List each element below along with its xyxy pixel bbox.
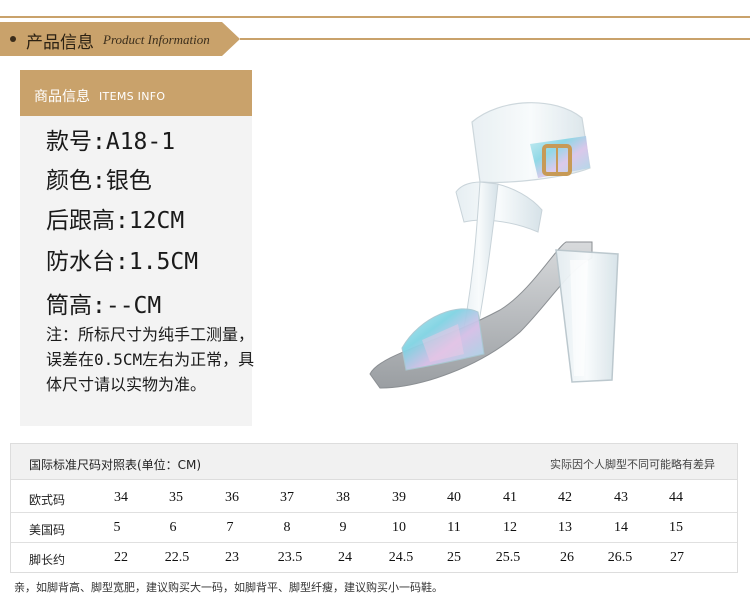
table-cell: 41 bbox=[503, 490, 517, 505]
bullet-icon bbox=[10, 36, 16, 42]
table-cell: 39 bbox=[392, 490, 406, 505]
table-cell: 23.5 bbox=[277, 550, 303, 565]
spec-heel-height: 后跟高:12CM bbox=[46, 208, 185, 234]
table-cell: 36 bbox=[225, 490, 239, 505]
table-cell: 34 bbox=[114, 490, 128, 505]
table-cell: 40 bbox=[447, 490, 461, 505]
table-cell: 8 bbox=[283, 520, 291, 535]
table-cell: 5 bbox=[113, 520, 121, 535]
section-banner: 产品信息 Product Information bbox=[0, 22, 240, 56]
product-image bbox=[369, 102, 619, 389]
table-cell: 35 bbox=[169, 490, 183, 505]
table-cell: 14 bbox=[614, 520, 628, 535]
section-title-cn: 产品信息 bbox=[26, 33, 94, 53]
spec-shaft-height: 筒高:--CM bbox=[46, 293, 162, 319]
size-chart-title: 国际标准尺码对照表(单位：CM) bbox=[29, 458, 202, 472]
table-cell: 12 bbox=[503, 520, 517, 535]
table-cell: 23 bbox=[225, 550, 239, 565]
table-cell: 7 bbox=[226, 520, 234, 535]
spec-model: 款号:A18-1 bbox=[46, 129, 176, 155]
top-divider bbox=[0, 16, 750, 18]
spec-platform: 防水台:1.5CM bbox=[46, 249, 199, 275]
table-cell: 25.5 bbox=[495, 550, 521, 565]
table-cell: 13 bbox=[558, 520, 572, 535]
table-cell: 42 bbox=[558, 490, 572, 505]
spec-color: 颜色:银色 bbox=[46, 168, 152, 194]
row-label-foot-length: 脚长约 bbox=[29, 553, 66, 567]
section-title-en: Product Information bbox=[103, 32, 210, 47]
table-cell: 43 bbox=[614, 490, 628, 505]
size-chart-header: 国际标准尺码对照表(单位：CM) 实际因个人脚型不同可能略有差异 bbox=[11, 444, 737, 480]
table-cell: 22 bbox=[114, 550, 128, 565]
table-cell: 37 bbox=[280, 490, 294, 505]
items-info-panel: 商品信息 ITEMS INFO 款号:A18-1 颜色:银色 后跟高:12CM … bbox=[20, 70, 254, 426]
table-cell: 6 bbox=[169, 520, 177, 535]
measurement-note: 注：所标尺寸为纯手工测量，误差在0.5CM左右为正常，具体尺寸请以实物为准。 bbox=[46, 325, 255, 394]
table-cell: 10 bbox=[392, 520, 406, 535]
row-label-us: 美国码 bbox=[29, 523, 66, 537]
table-cell: 44 bbox=[669, 490, 683, 505]
size-chart-note: 实际因个人脚型不同可能略有差异 bbox=[550, 458, 715, 471]
table-cell: 11 bbox=[447, 520, 461, 535]
fit-advice: 亲，如脚背高、脚型宽肥，建议购买大一码，如脚背平、脚型纤瘦，建议购买小一码鞋。 bbox=[14, 581, 443, 594]
table-cell: 26 bbox=[560, 550, 574, 565]
table-cell: 24.5 bbox=[388, 550, 414, 565]
items-info-title-cn: 商品信息 bbox=[34, 89, 90, 105]
size-chart: 国际标准尺码对照表(单位：CM) 实际因个人脚型不同可能略有差异 欧式码 34 … bbox=[10, 443, 738, 573]
table-row: 脚长约 22 22.5 23 23.5 24 24.5 25 25.5 26 2… bbox=[11, 543, 737, 573]
table-cell: 22.5 bbox=[164, 550, 190, 565]
table-cell: 9 bbox=[339, 520, 347, 535]
row-label-eu: 欧式码 bbox=[29, 493, 66, 507]
banner-rule bbox=[240, 38, 750, 40]
table-row: 美国码 5 6 7 8 9 10 11 12 13 14 15 bbox=[11, 513, 737, 543]
table-cell: 26.5 bbox=[607, 550, 633, 565]
table-row: 欧式码 34 35 36 37 38 39 40 41 42 43 44 bbox=[11, 483, 737, 513]
table-cell: 38 bbox=[336, 490, 350, 505]
table-cell: 25 bbox=[447, 550, 461, 565]
items-info-title-en: ITEMS INFO bbox=[99, 90, 166, 103]
items-info-header: 商品信息 ITEMS INFO bbox=[20, 70, 252, 116]
table-cell: 27 bbox=[670, 550, 684, 565]
table-cell: 15 bbox=[669, 520, 683, 535]
table-cell: 24 bbox=[338, 550, 352, 565]
